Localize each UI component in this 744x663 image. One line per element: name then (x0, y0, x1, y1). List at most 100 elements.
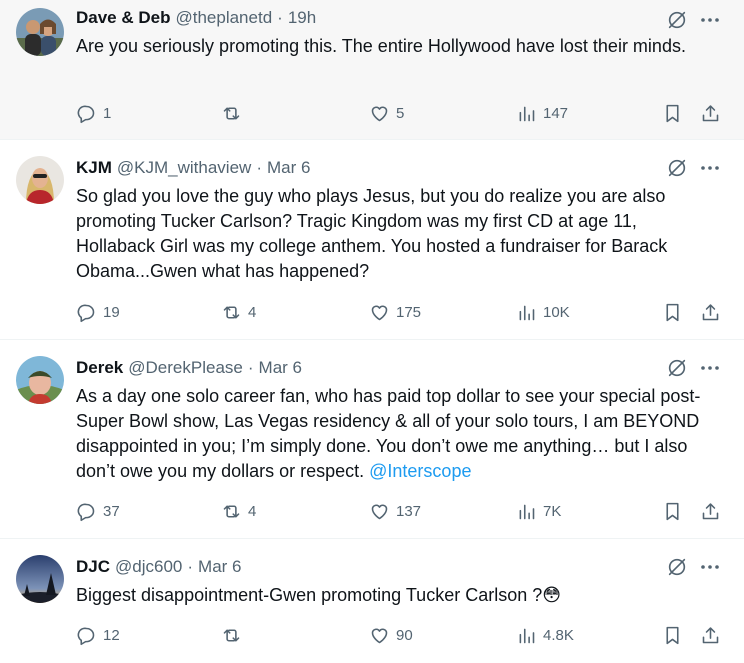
mention-link[interactable]: @Interscope (369, 461, 471, 481)
tweet[interactable]: KJM @KJM_withaview · Mar 6 So glad you l… (0, 140, 744, 340)
share-icon (702, 502, 719, 519)
view-count: 10K (543, 303, 570, 321)
action-bar: 12 90 4.8K (0, 623, 744, 647)
grok-icon[interactable] (666, 157, 688, 179)
more-icon[interactable] (698, 157, 722, 179)
tweet-text-content: So glad you love the guy who plays Jesus… (76, 186, 668, 281)
bookmark-icon (666, 626, 679, 644)
views-icon (519, 106, 535, 121)
reply-icon (77, 503, 95, 521)
bookmark-icon (666, 303, 679, 321)
avatar[interactable] (16, 555, 64, 603)
separator-dot: · (256, 158, 262, 177)
share-button[interactable] (700, 300, 721, 324)
share-button[interactable] (700, 101, 721, 125)
separator-dot: · (247, 358, 254, 377)
like-count: 90 (396, 626, 413, 644)
display-name[interactable]: KJM (76, 158, 112, 178)
tweet[interactable]: DJC @djc600 · Mar 6 Biggest disappointme… (0, 539, 744, 663)
tweet-text: Are you seriously promoting this. The en… (76, 34, 716, 59)
more-icon[interactable] (698, 556, 722, 578)
like-count: 175 (396, 303, 422, 321)
views-icon (519, 628, 535, 643)
retweet-icon (223, 504, 240, 518)
avatar[interactable] (16, 156, 64, 204)
timestamp[interactable]: Mar 6 (198, 557, 241, 577)
retweet-button[interactable] (221, 623, 248, 647)
timestamp[interactable]: Mar 6 (259, 358, 302, 378)
views-button[interactable]: 10K (516, 300, 570, 324)
tweet-text: Biggest disappointment-Gwen promoting Tu… (76, 583, 716, 608)
more-icon[interactable] (698, 357, 722, 379)
views-button[interactable]: 7K (516, 499, 561, 523)
retweet-button[interactable] (221, 101, 248, 125)
tweet[interactable]: Derek @DerekPlease · Mar 6 As a day one … (0, 340, 744, 539)
separator-dot: · (187, 557, 194, 576)
retweet-count: 4 (248, 303, 257, 321)
share-icon (702, 303, 719, 320)
action-bar: 1 5 147 (0, 101, 744, 125)
like-button[interactable]: 90 (369, 623, 413, 647)
reply-button[interactable]: 1 (76, 101, 111, 125)
like-button[interactable]: 137 (369, 499, 421, 523)
display-name[interactable]: DJC (76, 557, 110, 577)
tweet-text-content: Are you seriously promoting this. The en… (76, 36, 686, 56)
reply-icon (77, 105, 95, 123)
share-button[interactable] (700, 499, 721, 523)
tweet-header: Dave & Deb @theplanetd · 19h (76, 8, 316, 28)
timestamp[interactable]: Mar 6 (267, 158, 310, 178)
separator-dot: · (277, 8, 283, 27)
bookmark-button[interactable] (662, 499, 683, 523)
views-icon (519, 305, 535, 320)
bookmark-button[interactable] (662, 623, 683, 647)
view-count: 147 (543, 104, 569, 122)
bookmark-button[interactable] (662, 300, 683, 324)
like-button[interactable]: 5 (369, 101, 404, 125)
grok-icon[interactable] (666, 357, 688, 379)
like-icon (371, 305, 388, 320)
tweet-text: So glad you love the guy who plays Jesus… (76, 184, 716, 284)
avatar[interactable] (16, 356, 64, 404)
reply-button[interactable]: 12 (76, 623, 120, 647)
retweet-button[interactable]: 4 (221, 499, 256, 523)
timestamp[interactable]: 19h (288, 8, 316, 28)
retweet-button[interactable]: 4 (221, 300, 256, 324)
display-name[interactable]: Dave & Deb (76, 8, 170, 28)
grok-icon[interactable] (666, 9, 688, 31)
tweet-text-content: Biggest disappointment-Gwen promoting Tu… (76, 585, 561, 605)
reply-icon (77, 627, 95, 645)
like-icon (371, 504, 388, 519)
grok-icon[interactable] (666, 556, 688, 578)
reply-count: 37 (103, 502, 120, 520)
like-count: 137 (396, 502, 422, 520)
bookmark-icon (666, 502, 679, 520)
user-handle[interactable]: @theplanetd (175, 8, 272, 28)
reply-button[interactable]: 37 (76, 499, 120, 523)
action-bar: 19 4 175 10K (0, 300, 744, 324)
like-icon (371, 628, 388, 643)
retweet-icon (223, 628, 240, 642)
reply-count: 19 (103, 303, 120, 321)
display-name[interactable]: Derek (76, 358, 123, 378)
retweet-icon (223, 305, 240, 319)
tweet[interactable]: Dave & Deb @theplanetd · 19h Are you ser… (0, 0, 744, 140)
bookmark-icon (666, 104, 679, 122)
views-button[interactable]: 4.8K (516, 623, 574, 647)
share-icon (702, 626, 719, 643)
share-icon (702, 104, 719, 121)
reply-icon (77, 304, 95, 322)
avatar[interactable] (16, 8, 64, 56)
reply-count: 12 (103, 626, 120, 644)
reply-button[interactable]: 19 (76, 300, 120, 324)
view-count: 7K (543, 502, 562, 520)
tweet-header: Derek @DerekPlease · Mar 6 (76, 358, 302, 378)
like-button[interactable]: 175 (369, 300, 421, 324)
user-handle[interactable]: @KJM_withaview (117, 158, 251, 178)
view-count: 4.8K (543, 626, 574, 644)
user-handle[interactable]: @DerekPlease (128, 358, 243, 378)
views-button[interactable]: 147 (516, 101, 568, 125)
share-button[interactable] (700, 623, 721, 647)
more-icon[interactable] (698, 9, 722, 31)
bookmark-button[interactable] (662, 101, 683, 125)
user-handle[interactable]: @djc600 (115, 557, 182, 577)
